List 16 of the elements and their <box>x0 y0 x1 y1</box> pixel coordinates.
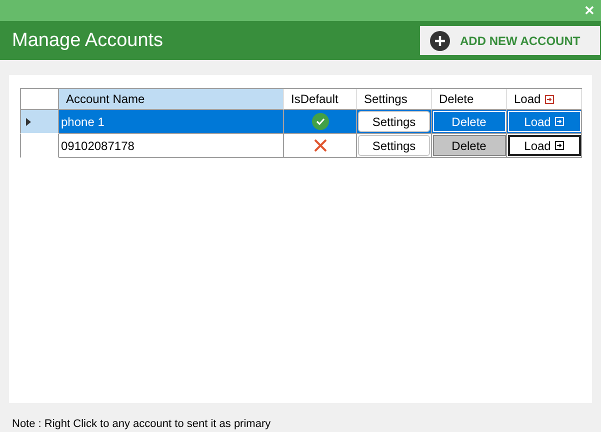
column-header[interactable]: Account Name <box>59 89 284 110</box>
account-name-cell: 09102087178 <box>59 134 284 158</box>
column-header[interactable]: Load <box>507 89 582 110</box>
load-button[interactable]: Load <box>508 135 580 156</box>
delete-button[interactable]: Delete <box>432 135 506 156</box>
delete-button[interactable]: Delete <box>432 111 506 132</box>
account-name-cell: phone 1 <box>59 110 284 134</box>
note-text: Note : Right Click to any account to sent it as primary <box>12 418 272 430</box>
settings-button[interactable]: Settings <box>358 135 430 156</box>
settings-button[interactable]: Settings <box>358 111 430 132</box>
add-account-button[interactable]: ADD NEW ACCOUNT <box>420 26 600 55</box>
column-header[interactable]: IsDefault <box>284 89 357 110</box>
page-title: Manage Accounts <box>12 30 164 52</box>
load-button[interactable]: Load <box>508 111 580 132</box>
column-header[interactable]: Settings <box>357 89 432 110</box>
column-header[interactable]: Delete <box>432 89 507 110</box>
